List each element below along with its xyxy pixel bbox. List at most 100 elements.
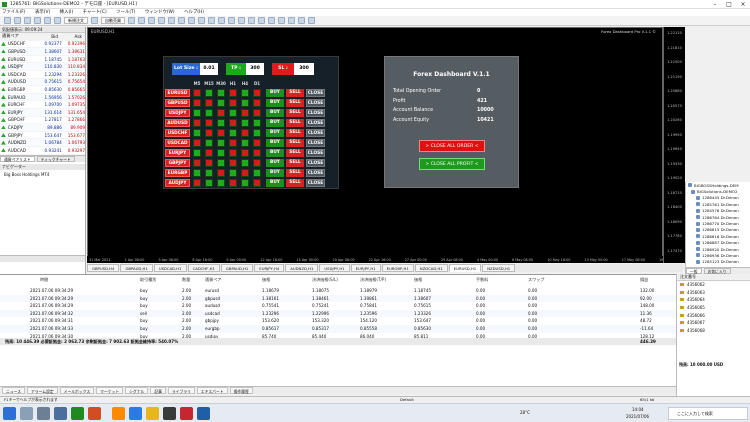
market-watch-row[interactable]: AUDNZD 1.06784 1.06793 bbox=[0, 139, 85, 147]
navigator-item[interactable]: Big Boss Holdings MT4 bbox=[4, 172, 49, 177]
buy-button[interactable]: BUY bbox=[266, 99, 284, 107]
market-watch-row[interactable]: USDJPY 110.830 110.834 bbox=[0, 63, 85, 71]
terminal-column-header[interactable]: 通貨ペア bbox=[205, 277, 221, 283]
close-button[interactable]: CLOSE bbox=[306, 159, 325, 167]
terminal-column-header[interactable]: 価格 bbox=[414, 277, 422, 283]
order-item[interactable]: 4356062 bbox=[677, 281, 750, 289]
terminal-icon[interactable] bbox=[44, 17, 51, 24]
buy-button[interactable]: BUY bbox=[266, 109, 284, 117]
new-chart-icon[interactable] bbox=[4, 17, 11, 24]
order-item[interactable]: 4356063 bbox=[677, 289, 750, 297]
tab-symbols[interactable]: 通貨ペアリスト bbox=[0, 156, 35, 162]
market-watch-row[interactable]: EURJPY 131.614 131.654 bbox=[0, 108, 85, 117]
account-tree-item[interactable]: 1285123 Dr.Denon bbox=[686, 259, 750, 265]
pair-button[interactable]: EURUSD bbox=[165, 89, 190, 97]
pair-button[interactable]: USDCAD bbox=[165, 139, 190, 147]
vertical-line-icon[interactable] bbox=[248, 17, 255, 24]
pair-button[interactable]: EURJPY bbox=[165, 149, 190, 157]
terminal-column-header[interactable]: 決済価格(S/L) bbox=[312, 277, 338, 283]
close-button[interactable]: CLOSE bbox=[306, 119, 325, 127]
lot-size-input[interactable]: 0.01 bbox=[200, 63, 218, 75]
pair-button[interactable]: AUDUSD bbox=[165, 119, 190, 127]
metaeditor-icon[interactable] bbox=[91, 17, 98, 24]
buy-button[interactable]: BUY bbox=[266, 139, 284, 147]
market-watch-row[interactable]: GBPJPY 153.647 153.677 bbox=[0, 132, 85, 140]
terminal-column-header[interactable]: 数量 bbox=[182, 277, 190, 283]
terminal-column-header[interactable]: 時間 bbox=[40, 277, 48, 283]
start-icon[interactable] bbox=[3, 407, 16, 420]
terminal-column-header[interactable]: スワップ bbox=[528, 277, 544, 283]
market-watch-row[interactable]: EURAUD 1.56956 1.57026 bbox=[0, 93, 85, 102]
profiles-icon[interactable] bbox=[14, 17, 21, 24]
buy-button[interactable]: BUY bbox=[266, 129, 284, 137]
sl-input[interactable]: 300 bbox=[294, 63, 314, 75]
market-watch-row[interactable]: AUDUSD 0.75615 0.75654 bbox=[0, 78, 85, 87]
file-explorer-icon[interactable] bbox=[146, 407, 159, 420]
chart-tab[interactable]: GBPUSD,H4 bbox=[87, 264, 120, 272]
bar-chart-icon[interactable] bbox=[128, 17, 135, 24]
crosshair-icon[interactable] bbox=[238, 17, 245, 24]
menu-file[interactable]: ファイル(F) bbox=[2, 10, 26, 15]
tab-tick-chart[interactable]: ティックチャート bbox=[36, 156, 75, 162]
mt4-taskbar-icon[interactable] bbox=[197, 407, 210, 420]
line-chart-icon[interactable] bbox=[148, 17, 155, 24]
terminal-tab[interactable]: ニュース bbox=[2, 387, 25, 394]
close-icon[interactable]: × bbox=[736, 0, 750, 9]
table-row[interactable]: 2021.07.06 09:34:32 sell 2.00 usdcad 1.23296… bbox=[0, 309, 676, 318]
pair-button[interactable]: USDJPY bbox=[165, 109, 190, 117]
order-item[interactable]: 4356064 bbox=[677, 296, 750, 304]
pair-button[interactable]: USDCHF bbox=[165, 129, 190, 137]
pair-button[interactable]: GBPJPY bbox=[165, 159, 190, 167]
order-item[interactable]: 4356065 bbox=[677, 304, 750, 312]
navigator-icon[interactable] bbox=[34, 17, 41, 24]
menu-help[interactable]: ヘルプ(H) bbox=[184, 10, 204, 15]
close-button[interactable]: CLOSE bbox=[306, 149, 325, 157]
chart-shift-icon[interactable] bbox=[198, 17, 205, 24]
chart-tab[interactable]: NZDUSD,H1 bbox=[482, 264, 516, 272]
buy-button[interactable]: BUY bbox=[266, 119, 284, 127]
close-button[interactable]: CLOSE bbox=[306, 169, 325, 177]
order-item[interactable]: 4356068 bbox=[677, 327, 750, 335]
menu-chart[interactable]: チャート(C) bbox=[83, 10, 107, 15]
terminal-tab[interactable]: メールボックス bbox=[59, 387, 95, 394]
channel-icon[interactable] bbox=[278, 17, 285, 24]
market-watch-row[interactable]: EURUSD 1.18745 1.18763 bbox=[0, 56, 85, 64]
order-item[interactable]: 4356067 bbox=[677, 319, 750, 327]
edge-icon[interactable] bbox=[129, 407, 142, 420]
terminal-column-header[interactable]: 手数料 bbox=[476, 277, 488, 283]
terminal-column-header[interactable]: 取引種別 bbox=[140, 277, 156, 283]
market-watch-row[interactable]: USDCHF 0.92377 0.92396 bbox=[0, 41, 85, 49]
zoom-in-icon[interactable] bbox=[158, 17, 165, 24]
templates-icon[interactable] bbox=[228, 17, 235, 24]
trendline-icon[interactable] bbox=[268, 17, 275, 24]
market-watch-row[interactable]: GBPUSD 1.38607 1.38631 bbox=[0, 48, 85, 56]
excel-icon[interactable] bbox=[71, 407, 84, 420]
sell-button[interactable]: SELL bbox=[286, 159, 304, 167]
market-watch-row[interactable]: GBPCHF 1.27817 1.27866 bbox=[0, 117, 85, 125]
sell-button[interactable]: SELL bbox=[286, 169, 304, 177]
chrome-icon[interactable] bbox=[180, 407, 193, 420]
chart-tab[interactable]: USDCAD,H1 bbox=[153, 264, 187, 272]
buy-button[interactable]: BUY bbox=[266, 169, 284, 177]
terminal-tab[interactable]: エキスパート bbox=[196, 387, 228, 394]
autoscroll-icon[interactable] bbox=[188, 17, 195, 24]
terminal-tab[interactable]: 操作履歴 bbox=[229, 387, 253, 394]
terminal-column-header[interactable]: 決済価格(T/P) bbox=[360, 277, 386, 283]
candle-chart-icon[interactable] bbox=[138, 17, 145, 24]
chart-tab[interactable]: USDJPY,H1 bbox=[319, 264, 350, 272]
table-row[interactable]: 2021.07.06 09:34:29 buy 2.00 eurusd 1.18679 1… bbox=[0, 287, 676, 295]
pair-button[interactable]: GBPUSD bbox=[165, 99, 190, 107]
market-watch-row[interactable]: EURCHF 1.09700 1.09735 bbox=[0, 101, 85, 109]
buy-button[interactable]: BUY bbox=[266, 89, 284, 97]
sell-button[interactable]: SELL bbox=[286, 89, 304, 97]
menu-view[interactable]: 表示(V) bbox=[35, 10, 50, 15]
fibonacci-icon[interactable] bbox=[288, 17, 295, 24]
buy-button[interactable]: BUY bbox=[266, 149, 284, 157]
sell-button[interactable]: SELL bbox=[286, 139, 304, 147]
market-watch-icon[interactable] bbox=[24, 17, 31, 24]
tp-input[interactable]: 300 bbox=[246, 63, 264, 75]
horizontal-line-icon[interactable] bbox=[258, 17, 265, 24]
auto-trading-button[interactable]: 自動売買 bbox=[101, 17, 125, 24]
chart-tab[interactable]: EURUSD,H1 bbox=[448, 264, 482, 272]
text-icon[interactable] bbox=[298, 17, 305, 24]
